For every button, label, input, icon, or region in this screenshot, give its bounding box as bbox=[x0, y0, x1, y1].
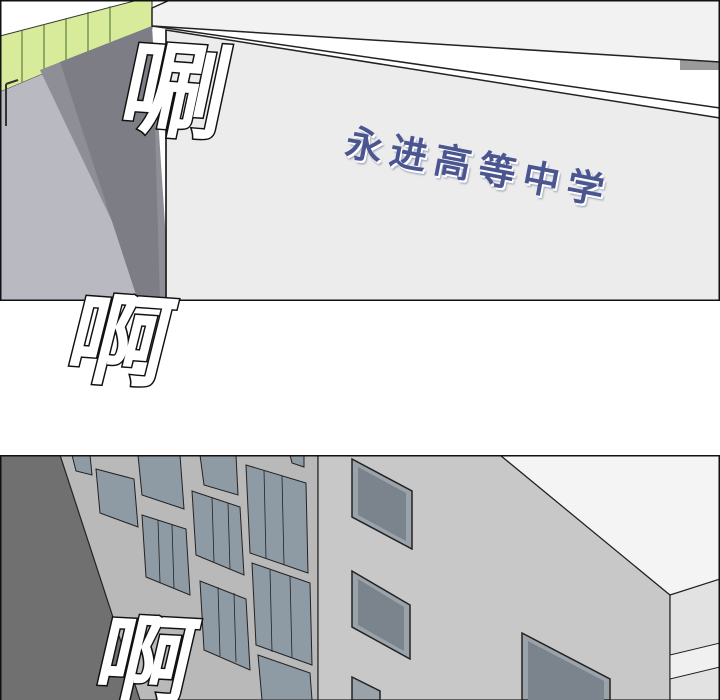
comic-panel-bottom: 啊 bbox=[0, 455, 720, 700]
comic-panel-top: 永进高等中学 唰 bbox=[0, 0, 720, 301]
sfx-scream-text-middle: 啊 bbox=[54, 279, 180, 404]
